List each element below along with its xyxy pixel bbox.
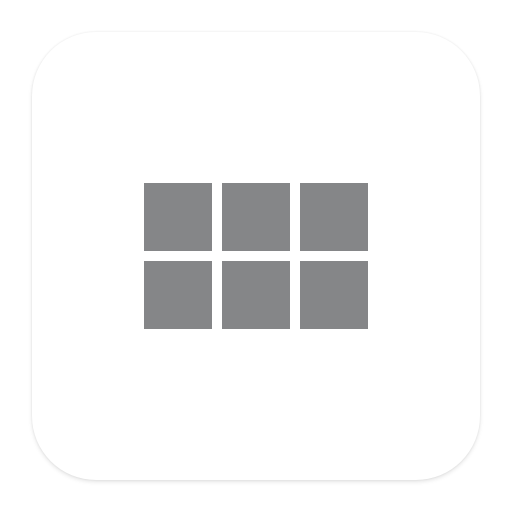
icon-canvas xyxy=(0,0,512,512)
grid-cell xyxy=(222,261,290,329)
grid-cell xyxy=(222,183,290,251)
grid-view-icon xyxy=(144,183,368,329)
grid-cell xyxy=(144,183,212,251)
grid-cell xyxy=(300,183,368,251)
grid-cell xyxy=(300,261,368,329)
grid-cell xyxy=(144,261,212,329)
